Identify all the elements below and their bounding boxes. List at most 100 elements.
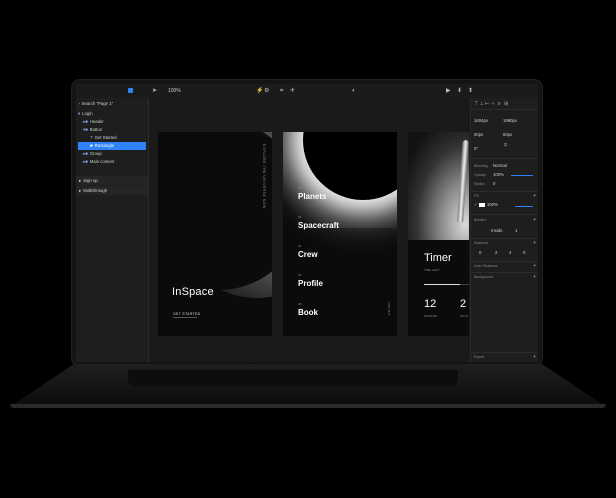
blending-label: Blending [474, 164, 488, 168]
timer-progress [424, 284, 469, 285]
frame-menu[interactable]: 01 Planets 02 Spacecraft 03 Crew 04 Prof… [283, 132, 397, 336]
layer-get-started[interactable]: T Get Started [90, 134, 117, 142]
shadow-y[interactable]: 2 [495, 250, 497, 255]
timer-unit: DAYS [460, 314, 468, 318]
timer-value: 12 [424, 298, 437, 310]
divider [471, 352, 538, 353]
align-icons[interactable]: ⊤⊥⊢⊣ ≡ ⊞ [474, 101, 509, 107]
plane-icon[interactable]: ✈ [290, 87, 295, 95]
border-position[interactable]: Inside [491, 228, 502, 233]
menu-num: 01 [298, 186, 302, 190]
section-sign-up[interactable]: ▸ Sign up [76, 176, 148, 185]
divider [471, 109, 538, 110]
layer-header[interactable]: ▸■ Header [83, 118, 104, 126]
menu-num: 05 [298, 302, 302, 306]
layers-search-input[interactable]: ‹ Search "Page 1" [79, 100, 113, 108]
fill-slider[interactable] [515, 206, 533, 207]
fill-opacity[interactable]: 100% [487, 202, 498, 207]
app-menu-icon[interactable] [128, 88, 133, 93]
menu-item-profile[interactable]: Profile [298, 279, 323, 288]
add-fill-icon[interactable]: + [533, 193, 536, 199]
divider [471, 261, 538, 262]
divider [471, 272, 538, 273]
folder-icon: ▸■ [83, 159, 88, 164]
layer-button[interactable]: ▾■ Button [83, 126, 102, 134]
download-icon[interactable]: ⬇ [457, 87, 462, 95]
folder-icon: ▾■ [83, 127, 88, 132]
angle-field[interactable]: 0° [474, 146, 478, 151]
shadow-spread[interactable]: 0 [523, 250, 525, 255]
h-field[interactable]: 60px [503, 132, 512, 137]
constraints-icon[interactable]: · ⊡ · [501, 142, 510, 148]
divider [471, 158, 538, 159]
add-inner-shadow-icon[interactable]: + [533, 263, 536, 269]
menu-item-planets[interactable]: Planets [298, 192, 326, 201]
zoom-level[interactable]: 100% [168, 87, 181, 95]
menu-num: 02 [298, 215, 302, 219]
menu-num: 04 [298, 273, 302, 277]
timer-title: Timer [424, 252, 452, 264]
divider [471, 238, 538, 239]
background-blur-label: Background [474, 275, 493, 279]
layer-main-content[interactable]: ▸■ Main content [83, 158, 114, 166]
divider [471, 214, 538, 215]
chevron-left-icon[interactable]: ‹ [79, 101, 80, 106]
menu-item-crew[interactable]: Crew [298, 250, 318, 259]
w-field[interactable]: 60px [474, 132, 483, 137]
layer-rectangle[interactable]: ■ Rectangle [78, 142, 146, 150]
radius-field[interactable]: 0 [493, 181, 495, 186]
inner-shadows-label: Inner Shadows [474, 264, 498, 268]
frame-login[interactable]: EXPLORE THE UNIVERSE NOW InSpace GET STA… [158, 132, 272, 336]
app-screen: ➤ 100% ⚡ ⚙ ⌗ ✈ ◐ ▶ ⬇ ⬆ ‹ Search "Page 1"… [76, 84, 538, 362]
search-placeholder: Search "Page 1" [81, 101, 114, 106]
timer-subtitle: TIME LEFT [424, 268, 440, 272]
contrast-icon[interactable]: ◐ [352, 87, 356, 95]
section-label: Walkthrough [83, 188, 108, 193]
shadows-section-label: Shadows [474, 241, 489, 245]
layer-label: Header [89, 119, 104, 124]
folder-icon: ▸■ [83, 119, 88, 124]
layer-group[interactable]: ▸■ Group [83, 150, 102, 158]
pointer-tool-icon[interactable]: ➤ [152, 87, 157, 95]
caret-down-icon[interactable]: ▾ [78, 111, 80, 116]
bolt-icon[interactable]: ⚡ [256, 87, 263, 95]
add-blur-icon[interactable]: + [533, 274, 536, 280]
export-label: Export [474, 355, 485, 359]
laptop-hinge [128, 370, 458, 386]
layer-login[interactable]: ▾ Login [78, 110, 146, 118]
border-width[interactable]: 1 [515, 228, 517, 233]
design-canvas[interactable]: EXPLORE THE UNIVERSE NOW InSpace GET STA… [149, 98, 469, 362]
share-icon[interactable]: ⬆ [468, 87, 473, 95]
width-field[interactable]: 1604px [474, 118, 488, 123]
gear-icon[interactable]: ⚙ [264, 87, 269, 95]
inspector-panel: ⊤⊥⊢⊣ ≡ ⊞ 1604px 1990px 60px 60px 0° · ⊡ … [470, 98, 538, 362]
frame-timer[interactable]: Timer TIME LEFT 12 MONTHS 2 DAYS [408, 132, 469, 336]
layer-label: Login [82, 111, 93, 116]
get-started-button[interactable]: GET STARTED [173, 312, 200, 316]
height-field[interactable]: 1990px [503, 118, 517, 123]
shadow-blur[interactable]: 4 [509, 250, 511, 255]
caret-right-icon: ▸ [79, 178, 82, 183]
add-border-icon[interactable]: + [533, 217, 536, 223]
add-export-icon[interactable]: + [533, 354, 536, 360]
button-underline [173, 317, 197, 318]
fill-swatch[interactable] [478, 202, 485, 207]
opacity-label: Opacity [474, 173, 486, 177]
menu-item-spacecraft[interactable]: Spacecraft [298, 221, 339, 230]
section-walkthrough[interactable]: ▸ Walkthrough [76, 186, 148, 195]
frame-tool-icon[interactable]: ⌗ [280, 87, 283, 95]
layer-label: Group [89, 151, 102, 156]
opacity-slider[interactable] [511, 175, 533, 176]
timer-value: 2 [460, 298, 467, 310]
shadow-x[interactable]: 0 [479, 250, 481, 255]
add-shadow-icon[interactable]: + [533, 240, 536, 246]
layer-label: Main content [89, 159, 115, 164]
opacity-field[interactable]: 100% [493, 172, 504, 177]
menu-item-book[interactable]: Book [298, 308, 318, 317]
layer-label: Get Started [94, 135, 117, 140]
blending-select[interactable]: Normal [493, 163, 507, 168]
logout-link[interactable]: LOG OUT [387, 302, 391, 316]
fill-row[interactable]: ✓ 100% [474, 202, 498, 208]
play-icon[interactable]: ▶ [446, 87, 451, 95]
checkbox-icon[interactable]: ✓ [474, 202, 478, 207]
